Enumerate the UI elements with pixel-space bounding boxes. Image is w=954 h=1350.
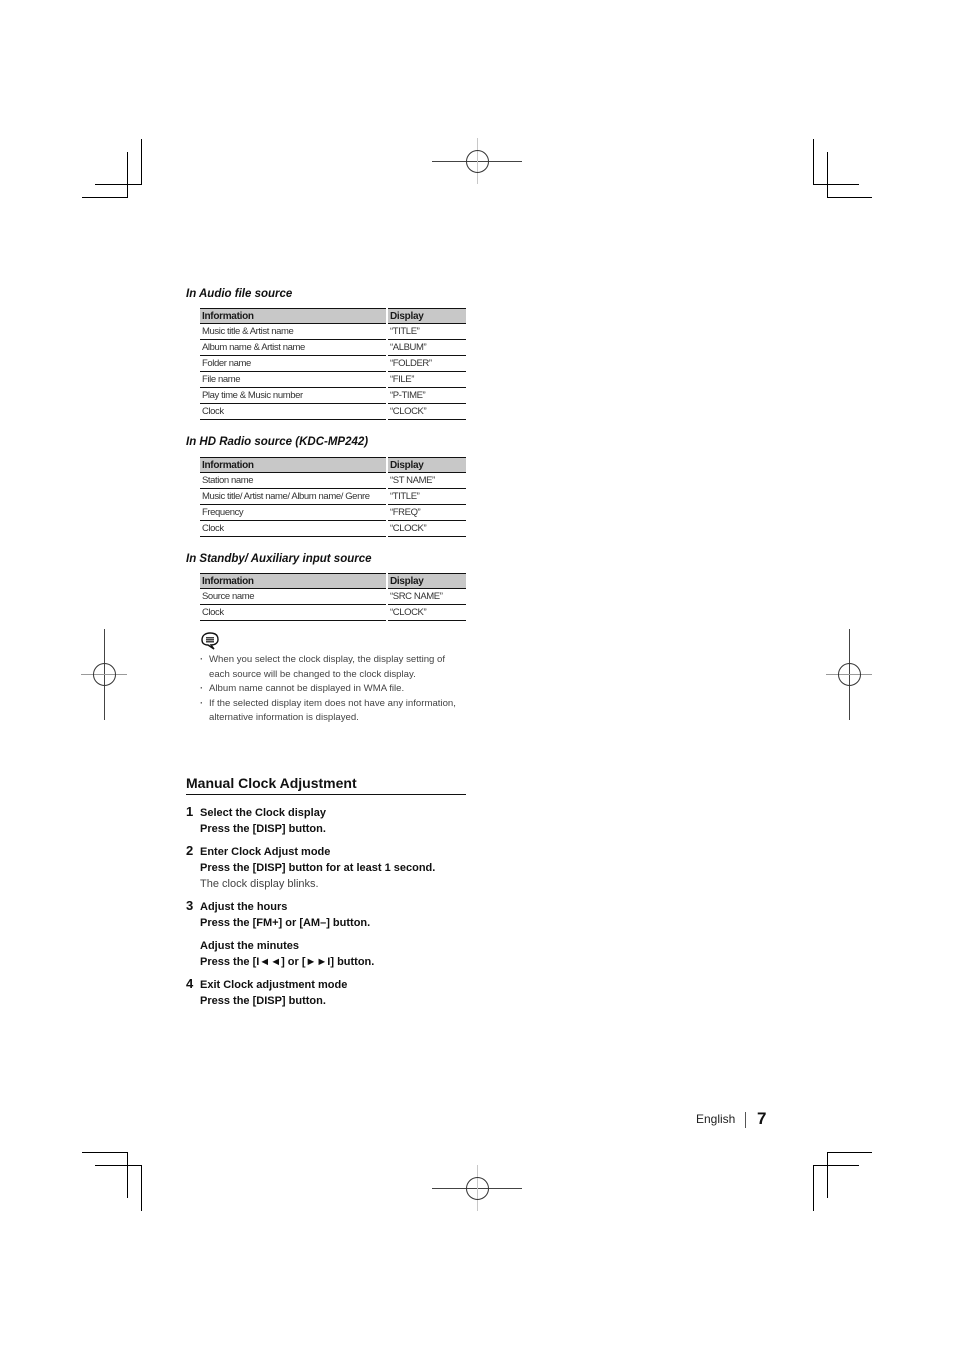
- display-cell: “ALBUM”: [388, 339, 466, 356]
- footer-language: English: [696, 1112, 736, 1126]
- display-cell: “CLOCK”: [388, 520, 466, 537]
- column-header-information: Information: [200, 457, 386, 473]
- step-result: The clock display blinks.: [200, 878, 319, 890]
- standby-aux-display-table: Information Display Source name “SRC NAME…: [200, 573, 466, 621]
- display-cell: “TITLE”: [388, 323, 466, 340]
- table-row: Clock “CLOCK”: [200, 520, 466, 537]
- hd-radio-display-table: Information Display Station name “ST NAME…: [200, 457, 466, 537]
- step-heading: Adjust the hours: [200, 901, 288, 913]
- information-cell: Folder name: [200, 355, 386, 372]
- table-row: Frequency “FREQ”: [200, 504, 466, 521]
- display-cell: “FILE”: [388, 371, 466, 388]
- information-cell: Music title & Artist name: [200, 323, 386, 340]
- display-cell: “CLOCK”: [388, 403, 466, 420]
- information-cell: Clock: [200, 604, 386, 621]
- table-header-row: Information Display: [200, 308, 466, 324]
- footer-separator: [745, 1112, 746, 1128]
- column-header-information: Information: [200, 308, 386, 324]
- step-sub-heading: Adjust the minutes: [200, 940, 300, 952]
- display-cell: “FOLDER”: [388, 355, 466, 372]
- table-row: File name “FILE”: [200, 371, 466, 388]
- column-header-information: Information: [200, 573, 386, 589]
- table-row: Music title/ Artist name/ Album name/ Ge…: [200, 488, 466, 505]
- audio-file-display-table: Information Display Music title & Artist…: [200, 308, 466, 420]
- section-title-standby-aux: In Standby/ Auxiliary input source: [186, 553, 372, 565]
- column-header-display: Display: [388, 573, 466, 589]
- manual-clock-adjustment-heading: Manual Clock Adjustment: [186, 775, 357, 791]
- display-cell: “FREQ”: [388, 504, 466, 521]
- step-number: 3: [186, 898, 194, 913]
- display-cell: “ST NAME”: [388, 472, 466, 489]
- information-cell: Album name & Artist name: [200, 339, 386, 356]
- note-item: When you select the clock display, the d…: [198, 653, 468, 682]
- table-header-row: Information Display: [200, 457, 466, 473]
- page-number: 7: [757, 1109, 767, 1128]
- information-cell: Play time & Music number: [200, 387, 386, 404]
- column-header-display: Display: [388, 457, 466, 473]
- information-cell: Frequency: [200, 504, 386, 521]
- note-speech-bubble-icon: [199, 631, 221, 651]
- table-row: Album name & Artist name “ALBUM”: [200, 339, 466, 356]
- display-cell: “CLOCK”: [388, 604, 466, 621]
- note-item: Album name cannot be displayed in WMA fi…: [198, 682, 468, 697]
- display-cell: “TITLE”: [388, 488, 466, 505]
- column-header-display: Display: [388, 308, 466, 324]
- step-sub-action: Press the [I◄◄] or [►►I] button.: [200, 956, 375, 968]
- step-number: 4: [186, 976, 194, 991]
- table-row: Station name “ST NAME”: [200, 472, 466, 489]
- information-cell: Station name: [200, 472, 386, 489]
- step-heading: Select the Clock display: [200, 807, 326, 819]
- heading-rule: [186, 794, 466, 795]
- table-row: Play time & Music number “P-TIME”: [200, 387, 466, 404]
- step-action: Press the [DISP] button for at least 1 s…: [200, 862, 436, 874]
- step-heading: Enter Clock Adjust mode: [200, 846, 331, 858]
- step-action: Press the [DISP] button.: [200, 823, 326, 835]
- table-row: Folder name “FOLDER”: [200, 355, 466, 372]
- table-header-row: Information Display: [200, 573, 466, 589]
- information-cell: File name: [200, 371, 386, 388]
- step-number: 1: [186, 804, 194, 819]
- step-number: 2: [186, 843, 194, 858]
- information-cell: Music title/ Artist name/ Album name/ Ge…: [200, 488, 386, 505]
- table-row: Music title & Artist name “TITLE”: [200, 323, 466, 340]
- information-cell: Clock: [200, 403, 386, 420]
- information-cell: Clock: [200, 520, 386, 537]
- note-item: If the selected display item does not ha…: [198, 697, 468, 726]
- table-row: Clock “CLOCK”: [200, 403, 466, 420]
- information-cell: Source name: [200, 588, 386, 605]
- step-action: Press the [DISP] button.: [200, 995, 326, 1007]
- display-cell: “SRC NAME”: [388, 588, 466, 605]
- table-row: Clock “CLOCK”: [200, 604, 466, 621]
- section-title-hd-radio: In HD Radio source (KDC-MP242): [186, 436, 369, 448]
- table-row: Source name “SRC NAME”: [200, 588, 466, 605]
- display-cell: “P-TIME”: [388, 387, 466, 404]
- step-heading: Exit Clock adjustment mode: [200, 979, 348, 991]
- notes-list: When you select the clock display, the d…: [198, 653, 468, 726]
- step-action: Press the [FM+] or [AM–] button.: [200, 917, 371, 929]
- section-title-audio-file: In Audio file source: [186, 288, 293, 300]
